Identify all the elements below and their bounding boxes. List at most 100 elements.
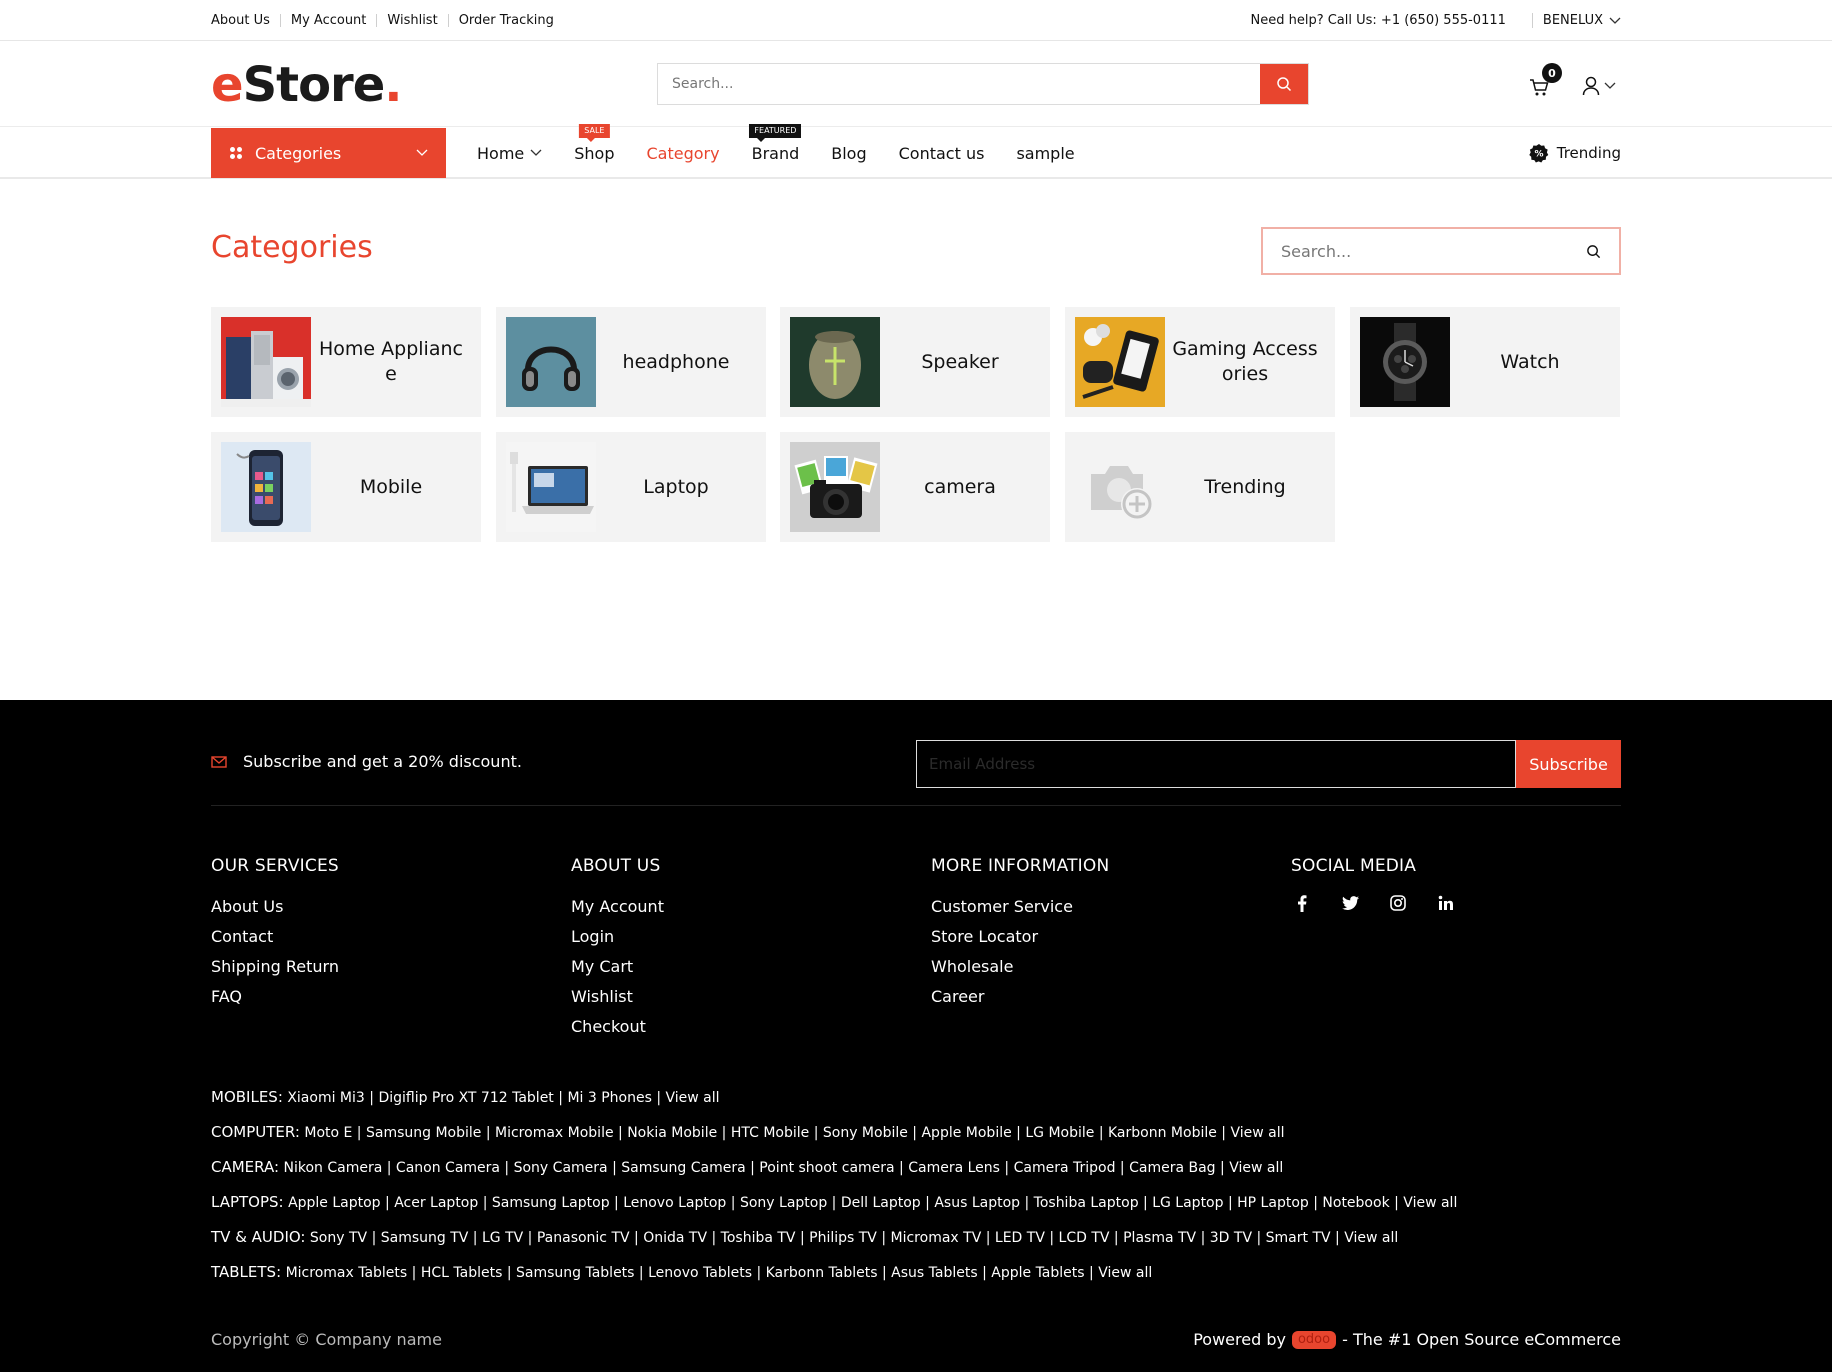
nav-home[interactable]: Home — [477, 144, 542, 163]
footer-link[interactable]: Login — [571, 922, 664, 952]
facebook-icon[interactable] — [1291, 892, 1313, 914]
footer-category-link[interactable]: LCD TV — [1059, 1230, 1110, 1246]
trending-link[interactable]: % Trending — [1529, 127, 1621, 179]
footer-category-link[interactable]: Samsung Mobile — [366, 1125, 481, 1141]
footer-category-link[interactable]: Camera Lens — [908, 1160, 1000, 1176]
footer-category-link[interactable]: Mi 3 Phones — [567, 1090, 651, 1106]
email-input[interactable] — [916, 740, 1516, 788]
nav-shop[interactable]: SALE Shop — [574, 123, 615, 163]
footer-category-link[interactable]: 3D TV — [1210, 1230, 1252, 1246]
footer-category-link[interactable]: Karbonn Mobile — [1108, 1125, 1217, 1141]
footer-category-link[interactable]: Nikon Camera — [283, 1160, 382, 1176]
category-search-input[interactable] — [1281, 241, 1586, 261]
footer-category-link[interactable]: LG Laptop — [1152, 1195, 1223, 1211]
footer-category-link[interactable]: LG TV — [482, 1230, 523, 1246]
footer-category-link[interactable]: Camera Tripod — [1014, 1160, 1116, 1176]
header-search-input[interactable] — [658, 64, 1260, 104]
footer-category-link[interactable]: Lenovo Laptop — [623, 1195, 726, 1211]
footer-category-link[interactable]: Samsung Tablets — [516, 1265, 634, 1281]
footer-category-link[interactable]: Samsung Camera — [621, 1160, 745, 1176]
footer-link[interactable]: Wholesale — [931, 952, 1109, 982]
footer-category-link[interactable]: Nokia Mobile — [627, 1125, 717, 1141]
footer-category-link[interactable]: Apple Mobile — [921, 1125, 1011, 1141]
footer-category-link[interactable]: Onida TV — [643, 1230, 707, 1246]
user-menu[interactable] — [1582, 76, 1616, 96]
footer-link[interactable]: Customer Service — [931, 892, 1109, 922]
footer-category-link[interactable]: Samsung Laptop — [492, 1195, 610, 1211]
footer-category-link[interactable]: Samsung TV — [381, 1230, 469, 1246]
footer-category-link[interactable]: HCL Tablets — [421, 1265, 503, 1281]
header-search-button[interactable] — [1260, 64, 1308, 104]
nav-category[interactable]: Category — [647, 144, 720, 163]
category-card-gaming-accessories[interactable]: Gaming Accessories — [1065, 307, 1335, 417]
instagram-icon[interactable] — [1387, 892, 1409, 914]
footer-category-link[interactable]: View all — [1344, 1230, 1398, 1246]
footer-category-link[interactable]: Asus Tablets — [891, 1265, 977, 1281]
footer-link[interactable]: Store Locator — [931, 922, 1109, 952]
footer-category-link[interactable]: View all — [666, 1090, 720, 1106]
footer-category-link[interactable]: Acer Laptop — [394, 1195, 478, 1211]
footer-category-link[interactable]: HTC Mobile — [731, 1125, 809, 1141]
footer-category-link[interactable]: Karbonn Tablets — [766, 1265, 878, 1281]
footer-category-link[interactable]: Panasonic TV — [537, 1230, 630, 1246]
category-card-trending[interactable]: Trending — [1065, 432, 1335, 542]
twitter-icon[interactable] — [1339, 892, 1361, 914]
footer-link[interactable]: Shipping Return — [211, 952, 339, 982]
footer-category-link[interactable]: Smart TV — [1266, 1230, 1331, 1246]
footer-link[interactable]: My Cart — [571, 952, 664, 982]
odoo-logo[interactable]: odoo — [1291, 1330, 1337, 1349]
nav-sample[interactable]: sample — [1016, 144, 1074, 163]
nav-brand[interactable]: FEATURED Brand — [749, 123, 802, 163]
footer-category-link[interactable]: Point shoot camera — [759, 1160, 894, 1176]
logo[interactable]: eStore. — [211, 61, 403, 109]
footer-category-link[interactable]: Notebook — [1322, 1195, 1389, 1211]
footer-category-link[interactable]: Camera Bag — [1129, 1160, 1215, 1176]
linkedin-icon[interactable] — [1435, 892, 1457, 914]
nav-contact-us[interactable]: Contact us — [899, 144, 985, 163]
footer-category-link[interactable]: Apple Tablets — [991, 1265, 1084, 1281]
footer-category-link[interactable]: Sony Mobile — [823, 1125, 908, 1141]
footer-category-link[interactable]: Micromax Tablets — [286, 1265, 408, 1281]
footer-link[interactable]: Wishlist — [571, 982, 664, 1012]
footer-category-link[interactable]: Toshiba TV — [721, 1230, 796, 1246]
categories-dropdown-button[interactable]: Categories — [211, 128, 446, 178]
footer-category-link[interactable]: View all — [1403, 1195, 1457, 1211]
footer-link[interactable]: My Account — [571, 892, 664, 922]
footer-link[interactable]: FAQ — [211, 982, 339, 1012]
category-card-camera[interactable]: camera — [780, 432, 1050, 542]
footer-link[interactable]: Career — [931, 982, 1109, 1012]
footer-category-link[interactable]: Plasma TV — [1123, 1230, 1196, 1246]
search-icon[interactable] — [1586, 244, 1601, 259]
cart-button[interactable]: 0 — [1528, 63, 1562, 101]
footer-category-link[interactable]: LG Mobile — [1025, 1125, 1094, 1141]
category-card-mobile[interactable]: Mobile — [211, 432, 481, 542]
footer-category-link[interactable]: Xiaomi Mi3 — [287, 1090, 364, 1106]
footer-category-link[interactable]: Sony Laptop — [740, 1195, 827, 1211]
footer-category-link[interactable]: Canon Camera — [396, 1160, 500, 1176]
nav-blog[interactable]: Blog — [831, 144, 866, 163]
subscribe-button[interactable]: Subscribe — [1516, 740, 1621, 788]
category-card-watch[interactable]: Watch — [1350, 307, 1620, 417]
footer-category-link[interactable]: Asus Laptop — [934, 1195, 1020, 1211]
footer-category-link[interactable]: Philips TV — [809, 1230, 877, 1246]
category-card-laptop[interactable]: Laptop — [496, 432, 766, 542]
top-link-about-us[interactable]: About Us — [211, 14, 280, 27]
footer-category-link[interactable]: Moto E — [304, 1125, 352, 1141]
region-selector[interactable]: BENELUX — [1531, 13, 1621, 28]
category-card-speaker[interactable]: Speaker — [780, 307, 1050, 417]
footer-category-link[interactable]: Sony TV — [310, 1230, 367, 1246]
footer-category-link[interactable]: View all — [1229, 1160, 1283, 1176]
footer-category-link[interactable]: Micromax TV — [891, 1230, 982, 1246]
footer-category-link[interactable]: LED TV — [995, 1230, 1045, 1246]
footer-category-link[interactable]: Micromax Mobile — [495, 1125, 614, 1141]
footer-category-link[interactable]: View all — [1098, 1265, 1152, 1281]
footer-category-link[interactable]: Dell Laptop — [841, 1195, 921, 1211]
footer-link[interactable]: About Us — [211, 892, 339, 922]
footer-link[interactable]: Contact — [211, 922, 339, 952]
footer-category-link[interactable]: Lenovo Tablets — [648, 1265, 752, 1281]
footer-category-link[interactable]: HP Laptop — [1237, 1195, 1309, 1211]
top-link-my-account[interactable]: My Account — [279, 14, 377, 27]
footer-category-link[interactable]: View all — [1230, 1125, 1284, 1141]
footer-category-link[interactable]: Toshiba Laptop — [1034, 1195, 1139, 1211]
footer-category-link[interactable]: Sony Camera — [514, 1160, 608, 1176]
